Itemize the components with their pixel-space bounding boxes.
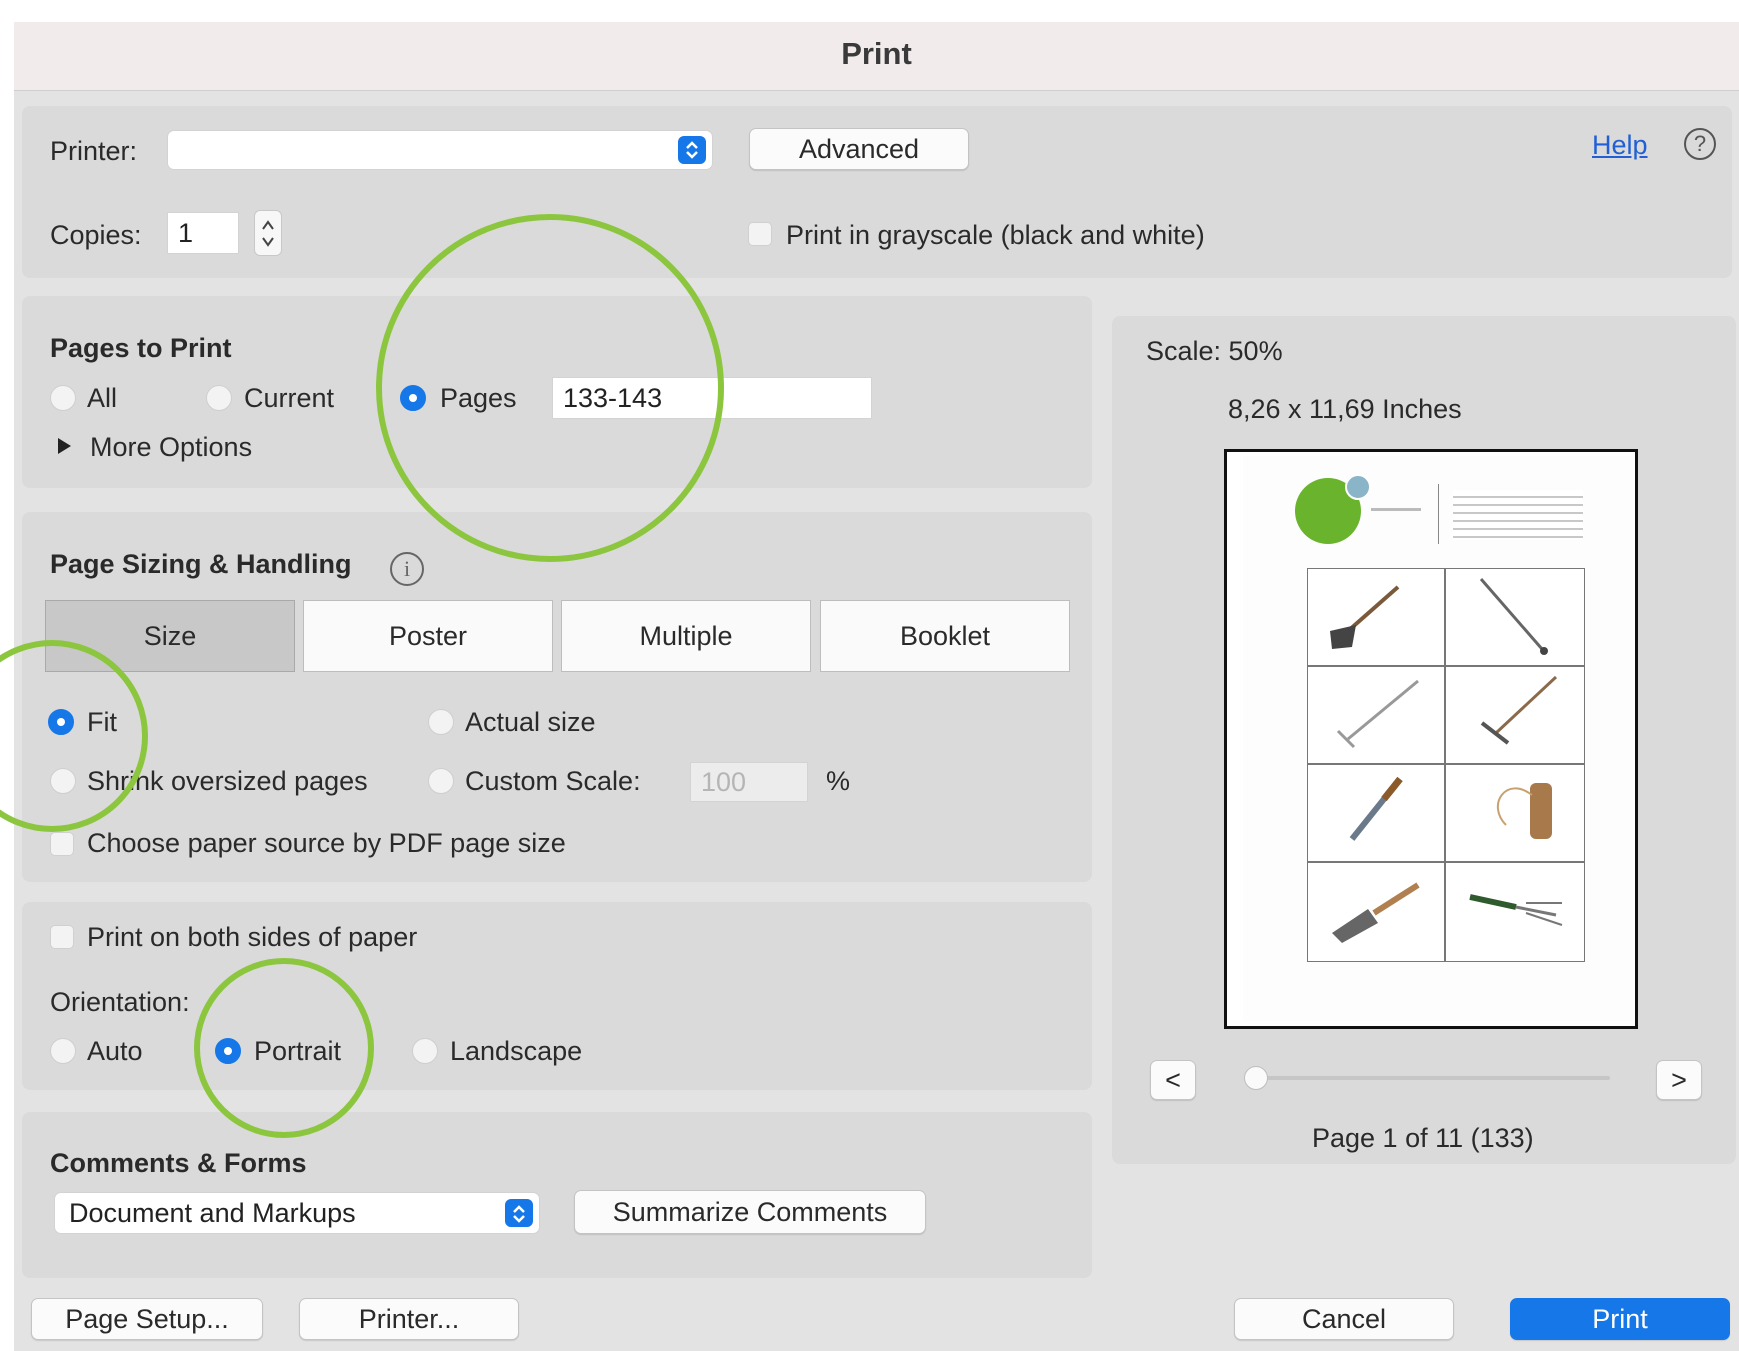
printer-label: Printer:: [50, 136, 138, 166]
grayscale-label: Print in grayscale (black and white): [786, 220, 1205, 250]
select-arrows-icon: [678, 136, 706, 164]
actual-size-label: Actual size: [465, 707, 596, 737]
custom-scale-input[interactable]: 100: [690, 762, 808, 802]
both-sides-label: Print on both sides of paper: [87, 922, 418, 952]
help-icon[interactable]: ?: [1684, 128, 1716, 160]
preview-cell-hoe: [1445, 568, 1585, 666]
stepper-arrows-icon: [262, 220, 274, 247]
all-radio[interactable]: [50, 385, 76, 411]
preview-cell-rake: [1307, 666, 1445, 764]
actual-size-radio[interactable]: [428, 709, 454, 735]
more-options-label[interactable]: More Options: [90, 432, 252, 463]
percent-label: %: [826, 766, 851, 796]
copies-input[interactable]: 1: [167, 212, 239, 254]
auto-radio[interactable]: [50, 1038, 76, 1064]
highlight-circle-portrait: [194, 958, 374, 1138]
custom-scale-radio[interactable]: [428, 768, 454, 794]
page-slider-track[interactable]: [1248, 1076, 1610, 1080]
preview-cell-fork: [1445, 862, 1585, 962]
page-preview: [1224, 449, 1638, 1029]
landscape-label: Landscape: [450, 1036, 583, 1066]
advanced-button[interactable]: Advanced: [749, 128, 969, 170]
printer-button[interactable]: Printer...: [299, 1298, 519, 1340]
info-icon[interactable]: i: [390, 552, 424, 586]
preview-cell-knife: [1307, 764, 1445, 862]
comments-forms-select[interactable]: Document and Markups: [54, 1192, 540, 1234]
page-setup-button[interactable]: Page Setup...: [31, 1298, 263, 1340]
paper-source-label: Choose paper source by PDF page size: [87, 828, 566, 858]
both-sides-checkbox[interactable]: [50, 925, 74, 949]
tab-poster[interactable]: Poster: [303, 600, 553, 672]
help-link[interactable]: Help: [1592, 130, 1648, 161]
page-count-text: Page 1 of 11 (133): [1312, 1123, 1534, 1153]
preview-cell-shovel: [1307, 568, 1445, 666]
highlight-circle-pages: [376, 214, 724, 562]
comments-forms-value: Document and Markups: [69, 1198, 356, 1228]
comments-forms-heading: Comments & Forms: [50, 1148, 307, 1178]
all-label: All: [87, 383, 118, 413]
cancel-button[interactable]: Cancel: [1234, 1298, 1454, 1340]
preview-logo-badge-image: [1345, 474, 1371, 500]
preview-cell-trowel: [1307, 862, 1445, 962]
summarize-comments-button[interactable]: Summarize Comments: [574, 1190, 926, 1234]
custom-scale-label: Custom Scale:: [465, 766, 641, 796]
title-bar: Print: [14, 22, 1739, 91]
preview-page-content: [1243, 456, 1633, 1021]
landscape-radio[interactable]: [412, 1038, 438, 1064]
current-radio[interactable]: [206, 385, 232, 411]
select-arrows-icon: [505, 1199, 533, 1227]
print-button[interactable]: Print: [1510, 1298, 1730, 1340]
preview-header-text-image: [1371, 508, 1421, 511]
copies-label: Copies:: [50, 220, 142, 250]
pages-to-print-heading: Pages to Print: [50, 333, 232, 363]
paper-source-checkbox[interactable]: [50, 832, 74, 856]
preview-divider: [1438, 484, 1439, 544]
grayscale-checkbox[interactable]: [748, 222, 772, 246]
preview-text-lines-image: [1453, 490, 1583, 540]
preview-cell-rake-2: [1445, 666, 1585, 764]
tab-booklet[interactable]: Booklet: [820, 600, 1070, 672]
dialog-title: Print: [841, 36, 912, 71]
auto-label: Auto: [87, 1036, 143, 1066]
copies-stepper[interactable]: [254, 210, 282, 256]
next-page-button[interactable]: >: [1656, 1060, 1702, 1100]
tab-multiple[interactable]: Multiple: [561, 600, 811, 672]
orientation-label: Orientation:: [50, 987, 190, 1017]
printer-select[interactable]: [167, 130, 713, 170]
page-sizing-heading: Page Sizing & Handling: [50, 549, 352, 579]
paper-size-text: 8,26 x 11,69 Inches: [1228, 394, 1462, 424]
current-label: Current: [244, 383, 335, 413]
preview-cell-twine: [1445, 764, 1585, 862]
scale-text: Scale: 50%: [1146, 336, 1283, 366]
disclosure-triangle-icon[interactable]: [58, 438, 71, 454]
page-slider-thumb[interactable]: [1244, 1066, 1268, 1090]
previous-page-button[interactable]: <: [1150, 1060, 1196, 1100]
